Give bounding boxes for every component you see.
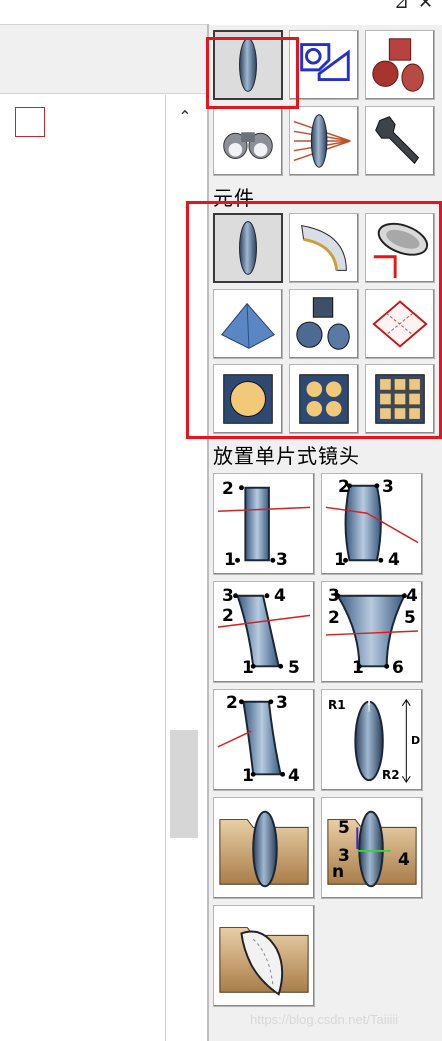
lens-2-3-1-4-button[interactable]: 2 3 1 4 — [321, 473, 423, 575]
point-label: 2 — [226, 693, 238, 713]
point-label: 3 — [276, 693, 288, 713]
curved-mirror-icon — [301, 225, 347, 271]
point-label: 2 — [222, 606, 234, 626]
prism-icon — [221, 302, 275, 349]
solid-group-icon — [296, 297, 350, 350]
param-label: 4 — [398, 850, 410, 870]
single-lens-title: 放置单片式镜头 — [213, 444, 360, 468]
dish-mirror-icon — [373, 222, 429, 279]
lens-folder-button[interactable] — [213, 797, 315, 899]
scroll-up-icon[interactable]: ⌃ — [166, 103, 204, 131]
multi-aperture-icon — [375, 374, 425, 424]
scrollbar-thumb[interactable] — [170, 730, 198, 838]
tree-item-box[interactable] — [15, 107, 45, 137]
point-label: 3 — [276, 550, 288, 570]
point-label: 1 — [242, 766, 254, 786]
lens-3-4-2-5-1-6-button[interactable]: 3 4 2 5 1 6 — [321, 581, 423, 683]
point-label: 6 — [392, 658, 404, 678]
binoculars-tool-button[interactable] — [213, 106, 283, 176]
lens-icon — [239, 38, 257, 92]
single-aperture-component-button[interactable] — [213, 364, 283, 434]
multi-aperture-component-button[interactable] — [365, 364, 435, 434]
lens-folder-icon — [219, 810, 309, 888]
curved-mirror-component-button[interactable] — [289, 213, 359, 283]
lens-2-3-1-4-curved-button[interactable]: 2 3 1 4 — [213, 689, 315, 791]
point-label: 4 — [274, 586, 286, 606]
dimension-label: R1 — [328, 698, 346, 712]
point-label: 1 — [352, 658, 364, 678]
left-pane-header — [0, 25, 207, 94]
prism-component-button[interactable] — [213, 289, 283, 359]
draw-shape-icon — [300, 43, 350, 82]
param-label: 5 — [338, 818, 350, 838]
lens-ray-tool-button[interactable] — [289, 106, 359, 176]
solids-icon — [372, 38, 424, 92]
point-label: 5 — [288, 658, 300, 678]
dimension-label: T — [366, 698, 373, 708]
lens-folder-params-icon — [327, 810, 417, 888]
components-title: 元件 — [213, 186, 255, 210]
solid-group-component-button[interactable] — [289, 289, 359, 359]
point-label: 1 — [242, 658, 254, 678]
restore-icon[interactable]: ⊿ — [394, 0, 409, 13]
solids-tool-button[interactable] — [365, 30, 435, 100]
lens-tool-button[interactable] — [213, 30, 283, 100]
scrollbar[interactable] — [166, 95, 207, 1041]
point-label: 1 — [334, 550, 346, 570]
wrench-icon — [375, 116, 420, 165]
wrench-tool-button[interactable] — [365, 106, 435, 176]
point-label: 4 — [388, 550, 400, 570]
lens-2-1-3-button[interactable]: 2 1 3 — [213, 473, 315, 575]
quad-aperture-icon — [299, 374, 349, 424]
draw-shape-tool-button[interactable] — [289, 30, 359, 100]
quad-aperture-component-button[interactable] — [289, 364, 359, 434]
point-label: 2 — [328, 608, 340, 628]
point-label: 3 — [382, 477, 394, 497]
point-label: 3 — [222, 586, 234, 606]
point-label: 1 — [224, 550, 236, 570]
surface-folder-button[interactable] — [213, 905, 315, 1007]
binoculars-icon — [223, 132, 273, 159]
diamond-grid-icon — [372, 300, 428, 348]
param-label: n — [332, 862, 345, 882]
point-label: 3 — [328, 586, 340, 606]
lens-folder-params-button[interactable]: 5 3 n 4 — [321, 797, 423, 899]
dimension-label: R2 — [382, 768, 400, 782]
lens-r1-r2-d-button[interactable]: R1 T D R2 — [321, 689, 423, 791]
single-aperture-icon — [223, 374, 273, 424]
point-label: 4 — [406, 586, 418, 606]
lens-component-button[interactable] — [213, 213, 283, 283]
dish-mirror-component-button[interactable] — [365, 213, 435, 283]
point-label: 5 — [404, 608, 416, 628]
point-label: 4 — [288, 766, 300, 786]
close-icon[interactable]: ✕ — [418, 0, 433, 13]
lens-icon — [239, 221, 257, 275]
diamond-grid-component-button[interactable] — [365, 289, 435, 359]
point-label: 2 — [338, 477, 350, 497]
watermark: https://blog.csdn.net/Taiiiii — [250, 1012, 399, 1027]
lens-3-4-2-1-5-button[interactable]: 3 4 2 1 5 — [213, 581, 315, 683]
point-label: 2 — [222, 479, 234, 499]
surface-folder-icon — [219, 927, 309, 996]
lens-ray-icon — [293, 114, 351, 168]
dimension-label: D — [411, 734, 421, 747]
